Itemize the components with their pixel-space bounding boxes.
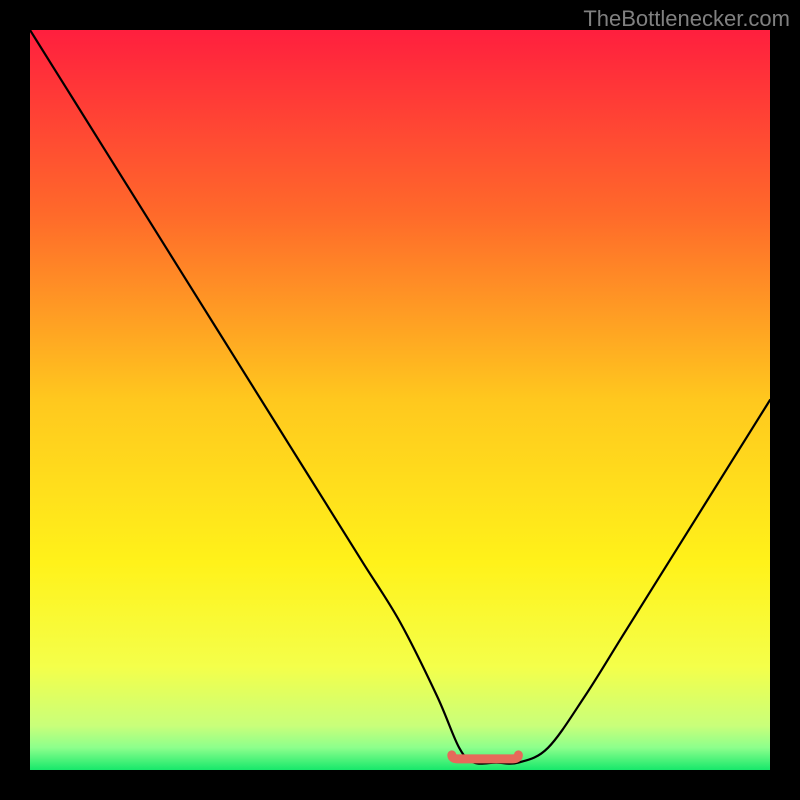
watermark-text: TheBottlenecker.com	[583, 6, 790, 32]
floor-marker	[452, 755, 519, 759]
chart-area	[30, 30, 770, 770]
bottleneck-curve-line	[30, 30, 770, 764]
chart-curve-layer	[30, 30, 770, 770]
